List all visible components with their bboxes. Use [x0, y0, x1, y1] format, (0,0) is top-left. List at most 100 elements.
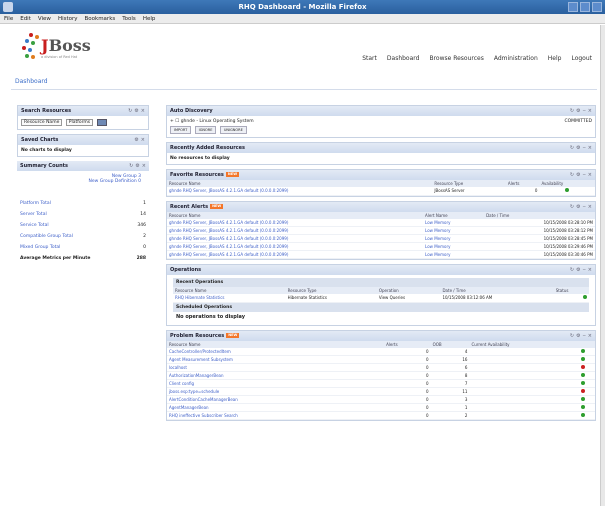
- settings-icon[interactable]: ⚙: [576, 170, 580, 180]
- jboss-logo[interactable]: JBoss a division of Red Hat: [19, 31, 99, 65]
- page-scrollbar[interactable]: [600, 25, 605, 506]
- summary-label[interactable]: Mixed Group Total: [20, 242, 60, 253]
- column-header[interactable]: Date / Time: [440, 287, 554, 294]
- close-icon[interactable]: ×: [141, 106, 145, 116]
- menu-edit[interactable]: Edit: [20, 14, 31, 23]
- column-header[interactable]: OOB: [430, 340, 470, 348]
- alert-link[interactable]: Low Memory: [423, 226, 485, 235]
- close-icon[interactable]: ×: [141, 135, 145, 145]
- refresh-icon[interactable]: ↻: [129, 161, 133, 171]
- close-icon[interactable]: ×: [588, 265, 592, 275]
- alert-link[interactable]: Low Memory: [423, 250, 485, 259]
- column-header[interactable]: Date / Time: [484, 211, 595, 219]
- ignore-button[interactable]: IGNORE: [194, 126, 217, 134]
- nav-dashboard[interactable]: Dashboard: [387, 55, 420, 62]
- menu-bookmarks[interactable]: Bookmarks: [85, 14, 116, 23]
- search-type-select[interactable]: Resource Name: [21, 119, 63, 126]
- collapse-icon[interactable]: ‒: [583, 331, 586, 341]
- column-header[interactable]: Resource Name: [167, 180, 433, 187]
- menu-history[interactable]: History: [58, 14, 78, 23]
- settings-icon[interactable]: ⚙: [576, 106, 580, 116]
- nav-start[interactable]: Start: [362, 55, 377, 62]
- column-header[interactable]: Operation: [376, 287, 441, 294]
- close-button[interactable]: [592, 2, 602, 12]
- nav-logout[interactable]: Logout: [571, 55, 592, 62]
- expand-icon[interactable]: +: [170, 119, 174, 124]
- collapse-icon[interactable]: ‒: [583, 170, 586, 180]
- new-group-definition-link[interactable]: New Group Definition: [89, 179, 137, 184]
- alert-link[interactable]: Low Memory: [423, 242, 485, 251]
- column-header[interactable]: Resource Type: [285, 287, 377, 294]
- nav-browse-resources[interactable]: Browse Resources: [429, 55, 483, 62]
- resource-link[interactable]: AlertConditionCacheManagerBean: [167, 395, 385, 404]
- resource-link[interactable]: localhost: [167, 363, 385, 372]
- resource-link[interactable]: jboss.esp:type=schedule: [167, 387, 385, 396]
- resource-link[interactable]: Agent Measurement Subsystem: [167, 355, 385, 364]
- maximize-button[interactable]: [580, 2, 590, 12]
- refresh-icon[interactable]: ↻: [570, 143, 574, 153]
- alert-link[interactable]: Low Memory: [423, 218, 485, 227]
- resource-link[interactable]: ghnde RHQ Server, JBossAS 4.2.1.GA defau…: [167, 226, 424, 235]
- refresh-icon[interactable]: ↻: [570, 331, 574, 341]
- refresh-icon[interactable]: ↻: [570, 265, 574, 275]
- column-header[interactable]: Current Availability: [469, 340, 595, 348]
- close-icon[interactable]: ×: [588, 143, 592, 153]
- resource-link[interactable]: CacheController/ProtectedItem: [167, 347, 385, 356]
- minimize-button[interactable]: [568, 2, 578, 12]
- nav-administration[interactable]: Administration: [494, 55, 538, 62]
- collapse-icon[interactable]: ‒: [583, 202, 586, 212]
- summary-label[interactable]: Platform Total: [20, 198, 51, 209]
- collapse-icon[interactable]: ‒: [583, 265, 586, 275]
- summary-label[interactable]: Compatible Group Total: [20, 231, 73, 242]
- settings-icon[interactable]: ⚙: [135, 161, 139, 171]
- settings-icon[interactable]: ⚙: [576, 143, 580, 153]
- resource-link[interactable]: AuthorizationManagerBean: [167, 371, 385, 380]
- column-header[interactable]: Availability: [539, 180, 595, 187]
- column-header[interactable]: Status: [553, 287, 589, 294]
- column-header[interactable]: Resource Name: [173, 287, 286, 294]
- menu-tools[interactable]: Tools: [122, 14, 136, 23]
- column-header[interactable]: Resource Name: [167, 340, 385, 348]
- resource-link[interactable]: Client config: [167, 379, 385, 388]
- column-header[interactable]: Alerts: [384, 340, 431, 348]
- menu-file[interactable]: File: [4, 14, 13, 23]
- settings-icon[interactable]: ⚙: [134, 106, 138, 116]
- resource-link[interactable]: ghnde RHQ Server, JBossAS 4.2.1.GA defau…: [167, 187, 433, 196]
- close-icon[interactable]: ×: [142, 161, 146, 171]
- refresh-icon[interactable]: ↻: [570, 202, 574, 212]
- resource-link[interactable]: ghnde RHQ Server, JBossAS 4.2.1.GA defau…: [167, 250, 424, 259]
- alert-link[interactable]: Low Memory: [423, 234, 485, 243]
- resource-link[interactable]: RHQ Hibernate Statistics: [173, 294, 286, 303]
- collapse-icon[interactable]: ‒: [583, 106, 586, 116]
- column-header[interactable]: Alerts: [505, 180, 540, 187]
- column-header[interactable]: Resource Name: [167, 211, 424, 219]
- column-header[interactable]: Resource Type: [432, 180, 506, 187]
- resource-category-select[interactable]: Platforms: [65, 119, 94, 126]
- search-go-button[interactable]: [96, 119, 107, 126]
- close-icon[interactable]: ×: [588, 106, 592, 116]
- nav-help[interactable]: Help: [548, 55, 562, 62]
- close-icon[interactable]: ×: [588, 170, 592, 180]
- settings-icon[interactable]: ⚙: [576, 265, 580, 275]
- resource-link[interactable]: AgentManagerBean: [167, 403, 385, 412]
- refresh-icon[interactable]: ↻: [570, 170, 574, 180]
- refresh-icon[interactable]: ↻: [128, 106, 132, 116]
- settings-icon[interactable]: ⚙: [576, 202, 580, 212]
- refresh-icon[interactable]: ↻: [570, 106, 574, 116]
- summary-label[interactable]: Service Total: [20, 220, 49, 231]
- close-icon[interactable]: ×: [588, 331, 592, 341]
- close-icon[interactable]: ×: [588, 202, 592, 212]
- breadcrumb[interactable]: Dashboard: [15, 78, 48, 85]
- menu-help[interactable]: Help: [143, 14, 156, 23]
- unignore-button[interactable]: UNIGNORE: [219, 126, 247, 134]
- discovery-checkbox[interactable]: ☐: [175, 119, 179, 124]
- import-button[interactable]: IMPORT: [170, 126, 192, 134]
- settings-icon[interactable]: ⚙: [576, 331, 580, 341]
- collapse-icon[interactable]: ‒: [583, 143, 586, 153]
- resource-link[interactable]: ghnde RHQ Server, JBossAS 4.2.1.GA defau…: [167, 242, 424, 251]
- resource-link[interactable]: RHQ ineffective Subscriber Search: [167, 411, 385, 420]
- column-header[interactable]: Alert Name: [423, 211, 485, 219]
- resource-link[interactable]: ghnde RHQ Server, JBossAS 4.2.1.GA defau…: [167, 218, 424, 227]
- menu-view[interactable]: View: [38, 14, 51, 23]
- settings-icon[interactable]: ⚙: [134, 135, 138, 145]
